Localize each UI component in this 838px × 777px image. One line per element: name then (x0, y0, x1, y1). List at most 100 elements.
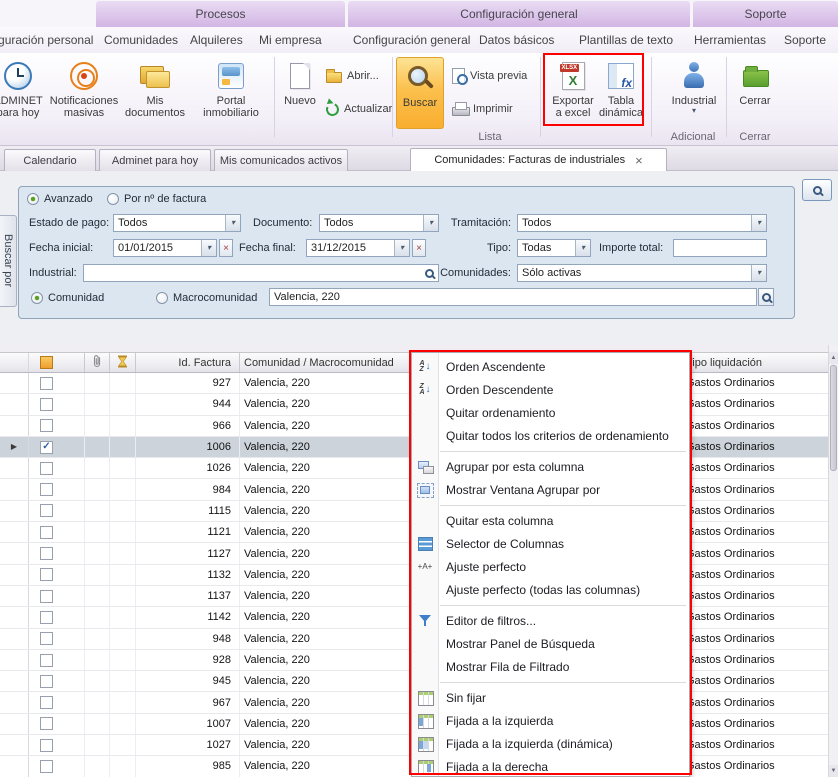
nuevo-button[interactable]: Nuevo (279, 56, 321, 136)
ribbon-tab-alquileres[interactable]: Alquileres (190, 33, 243, 47)
imprimir-button[interactable]: Imprimir (452, 99, 513, 119)
radio-comunidad[interactable]: Comunidad (31, 291, 104, 305)
header-id-factura[interactable]: Id. Factura (136, 353, 240, 372)
scroll-down-icon[interactable]: ▼ (829, 765, 838, 777)
menu-item-mostrar-fila-de-filtrado[interactable]: Mostrar Fila de Filtrado (412, 655, 689, 678)
ribbon-tab-datos-basicos[interactable]: Datos básicos (479, 33, 554, 47)
community-search-input[interactable] (269, 288, 757, 306)
row-checkbox[interactable] (40, 654, 53, 667)
ribbon-tab-mi-empresa[interactable]: Mi empresa (259, 33, 322, 47)
tabla-dinamica-button[interactable]: fx Tabla dinámica (598, 56, 644, 136)
tramitacion-select[interactable]: Todos ▾ (517, 214, 767, 232)
row-checkbox[interactable]: ✓ (40, 441, 53, 454)
row-checkbox[interactable] (40, 377, 53, 390)
menu-item-orden-descendente[interactable]: ZA↓Orden Descendente (412, 378, 689, 401)
chevron-down-icon[interactable]: ▾ (751, 215, 766, 231)
row-checkbox[interactable] (40, 462, 53, 475)
fecha-inicial-clear-button[interactable]: × (219, 239, 233, 257)
row-checkbox[interactable] (40, 398, 53, 411)
row-checkbox[interactable] (40, 760, 53, 773)
header-status[interactable] (110, 353, 136, 372)
radio-macrocomunidad[interactable]: Macrocomunidad (156, 291, 257, 305)
header-select-all[interactable] (29, 353, 85, 372)
comunidades-select[interactable]: Sólo activas ▾ (517, 264, 767, 282)
chevron-down-icon[interactable]: ▾ (394, 240, 409, 256)
checkbox-cell[interactable] (29, 543, 85, 563)
checkbox-cell[interactable] (29, 522, 85, 542)
row-checkbox[interactable] (40, 611, 53, 624)
menu-item-ajuste-perfecto[interactable]: +A+Ajuste perfecto (412, 555, 689, 578)
menu-item-quitar-ordenamiento[interactable]: Quitar ordenamiento (412, 401, 689, 424)
row-checkbox[interactable] (40, 739, 53, 752)
checkbox-cell[interactable] (29, 714, 85, 734)
chevron-down-icon[interactable]: ▾ (225, 215, 240, 231)
mis-documentos-button[interactable]: Mis documentos (122, 56, 188, 136)
menu-item-mostrar-ventana-agrupar-por[interactable]: Mostrar Ventana Agrupar por (412, 478, 689, 501)
scroll-up-icon[interactable]: ▲ (829, 352, 838, 364)
checkbox-cell[interactable] (29, 735, 85, 755)
ribbon-tab-soporte[interactable]: Soporte (784, 33, 826, 47)
menu-item-sin-fijar[interactable]: Sin fijar (412, 686, 689, 709)
checkbox-cell[interactable] (29, 586, 85, 606)
row-checkbox[interactable] (40, 568, 53, 581)
ribbon-tab-herramientas[interactable]: Herramientas (694, 33, 766, 47)
menu-item-mostrar-panel-de-busqueda[interactable]: Mostrar Panel de Búsqueda (412, 632, 689, 655)
ribbon-tab-configuracion-personal[interactable]: Configuración personal (0, 33, 93, 47)
checkbox-cell[interactable] (29, 501, 85, 521)
buscar-por-side-tab[interactable]: Buscar por (0, 215, 17, 307)
vista-previa-button[interactable]: Vista previa (452, 66, 527, 86)
radio-avanzado[interactable]: Avanzado (27, 192, 93, 206)
checkbox-cell[interactable]: ✓ (29, 437, 85, 457)
radio-por-numero-factura[interactable]: Por nº de factura (107, 192, 206, 206)
fecha-final-datepicker[interactable]: 31/12/2015 ▾ (306, 239, 410, 257)
checkbox-cell[interactable] (29, 671, 85, 691)
menu-item-quitar-esta-columna[interactable]: Quitar esta columna (412, 509, 689, 532)
menu-item-fijada-a-la-izquierda[interactable]: Fijada a la izquierda (412, 709, 689, 732)
industrial-button[interactable]: Industrial ▾ (668, 56, 720, 136)
row-checkbox[interactable] (40, 547, 53, 560)
checkbox-cell[interactable] (29, 650, 85, 670)
importe-total-input[interactable] (673, 239, 767, 257)
community-search-button[interactable] (758, 288, 774, 306)
row-checkbox[interactable] (40, 696, 53, 709)
document-tab-adminet-para-hoy[interactable]: Adminet para hoy (99, 149, 211, 171)
header-tipo-liquidacion[interactable]: Tipo liquidación (684, 353, 828, 372)
document-tab-comunidades-facturas-de-industriales[interactable]: Comunidades: Facturas de industriales× (410, 148, 667, 171)
menu-item-selector-de-columnas[interactable]: Selector de Columnas (412, 532, 689, 555)
checkbox-cell[interactable] (29, 394, 85, 414)
menu-item-fijada-a-la-izquierda-dinamica[interactable]: Fijada a la izquierda (dinámica) (412, 732, 689, 755)
cerrar-button[interactable]: Cerrar (731, 56, 779, 136)
fecha-inicial-datepicker[interactable]: 01/01/2015 ▾ (113, 239, 217, 257)
actualizar-button[interactable]: Actualizar (326, 99, 392, 119)
tab-close-icon[interactable]: × (635, 154, 643, 167)
checkbox-cell[interactable] (29, 692, 85, 712)
row-checkbox[interactable] (40, 590, 53, 603)
tipo-select[interactable]: Todas ▾ (517, 239, 591, 257)
row-checkbox[interactable] (40, 419, 53, 432)
checkbox-cell[interactable] (29, 373, 85, 393)
checkbox-cell[interactable] (29, 416, 85, 436)
ribbon-tab-plantillas-de-texto[interactable]: Plantillas de texto (579, 33, 673, 47)
ribbon-tab-comunidades[interactable]: Comunidades (104, 33, 178, 47)
exportar-a-excel-button[interactable]: XLSXX Exportar a excel (549, 56, 597, 136)
menu-item-quitar-todos-los-criterios-de-ordenamiento[interactable]: Quitar todos los criterios de ordenamien… (412, 424, 689, 447)
row-checkbox[interactable] (40, 483, 53, 496)
row-checkbox[interactable] (40, 526, 53, 539)
notificaciones-masivas-button[interactable]: Notificaciones masivas (48, 56, 120, 136)
filter-search-button[interactable] (802, 179, 832, 201)
adminet-para-hoy-button[interactable]: ADMINET para hoy (0, 56, 50, 136)
row-checkbox[interactable] (40, 675, 53, 688)
ribbon-tab-configuracion-general[interactable]: Configuración general (353, 33, 470, 47)
menu-item-orden-ascendente[interactable]: AZ↓Orden Ascendente (412, 355, 689, 378)
checkbox-cell[interactable] (29, 629, 85, 649)
scrollbar-thumb[interactable] (830, 365, 837, 471)
menu-item-ajuste-perfecto-todas-las-columnas[interactable]: Ajuste perfecto (todas las columnas) (412, 578, 689, 601)
vertical-scrollbar[interactable]: ▲ ▼ (828, 345, 838, 777)
document-tab-calendario[interactable]: Calendario (4, 149, 96, 171)
checkbox-cell[interactable] (29, 458, 85, 478)
estado-de-pago-select[interactable]: Todos ▾ (113, 214, 241, 232)
buscar-button[interactable]: Buscar (396, 57, 444, 129)
chevron-down-icon[interactable]: ▾ (751, 265, 766, 281)
checkbox-cell[interactable] (29, 607, 85, 627)
chevron-down-icon[interactable]: ▾ (201, 240, 216, 256)
